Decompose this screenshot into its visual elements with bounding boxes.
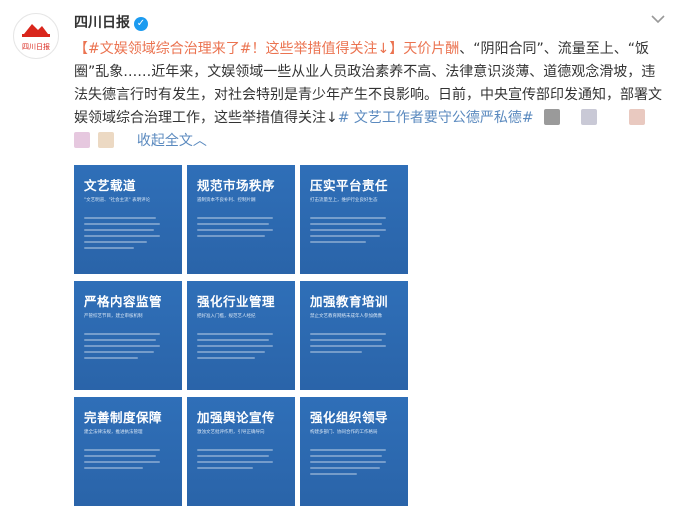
image-tile[interactable]: 完善制度保障 建全法律法规，推进执法管理 — [74, 397, 182, 506]
post-content: 【#文娱领域综合治理来了#！这些举措值得关注↓】天价片酬、“阴阳合同”、流量至上… — [74, 38, 668, 153]
blurred-element — [98, 132, 115, 148]
collapse-link[interactable]: 收起全文︿ — [137, 133, 207, 149]
newspaper-logo-icon: 四川日报 — [21, 20, 51, 51]
image-tile[interactable]: 压实平台责任 打击流量至上，维护行业良好生态 — [300, 165, 408, 274]
image-tile[interactable]: 规范市场秩序 遏制资本不良补利、控制片酬 — [187, 165, 295, 274]
avatar[interactable]: 四川日报 — [13, 13, 59, 59]
blurred-element — [74, 132, 90, 148]
keyword-link[interactable]: 天价片酬 — [403, 41, 459, 57]
image-tile[interactable]: 强化组织领导 构建多部门、协同合作的工作格局 — [300, 397, 408, 506]
image-tile[interactable]: 加强舆论宣传 激浊文艺批评作用，引导正确导向 — [187, 397, 295, 506]
blurred-element — [580, 109, 597, 125]
topic-hashtag[interactable]: 【#文娱领域综合治理来了#！这些举措值得关注↓】 — [74, 41, 403, 57]
author-name[interactable]: 四川日报 ✓ — [74, 12, 148, 32]
svg-text:四川日报: 四川日报 — [22, 42, 50, 51]
image-tile[interactable]: 加强教育培训 禁止文艺教育网络未成年人参加偶像 — [300, 281, 408, 390]
chevron-up-icon: ︿ — [192, 133, 207, 149]
verified-badge-icon: ✓ — [134, 17, 148, 31]
image-tile[interactable]: 严格内容监管 严管综艺节目，建立审核机制 — [74, 281, 182, 390]
chevron-down-icon[interactable] — [650, 13, 666, 25]
blurred-element — [544, 109, 561, 125]
image-tile[interactable]: 文艺载道 "文艺明道、"社会主流" 表明评论 — [74, 165, 182, 274]
image-grid: 文艺载道 "文艺明道、"社会主流" 表明评论 规范市场秩序 遏制资本不良补利、控… — [74, 165, 414, 506]
image-tile[interactable]: 强化行业管理 把好准入门槛，规范艺人经纪 — [187, 281, 295, 390]
topic-hashtag-2[interactable]: # 文艺工作者要守公德严私德# — [338, 110, 534, 126]
blurred-element — [629, 109, 646, 125]
